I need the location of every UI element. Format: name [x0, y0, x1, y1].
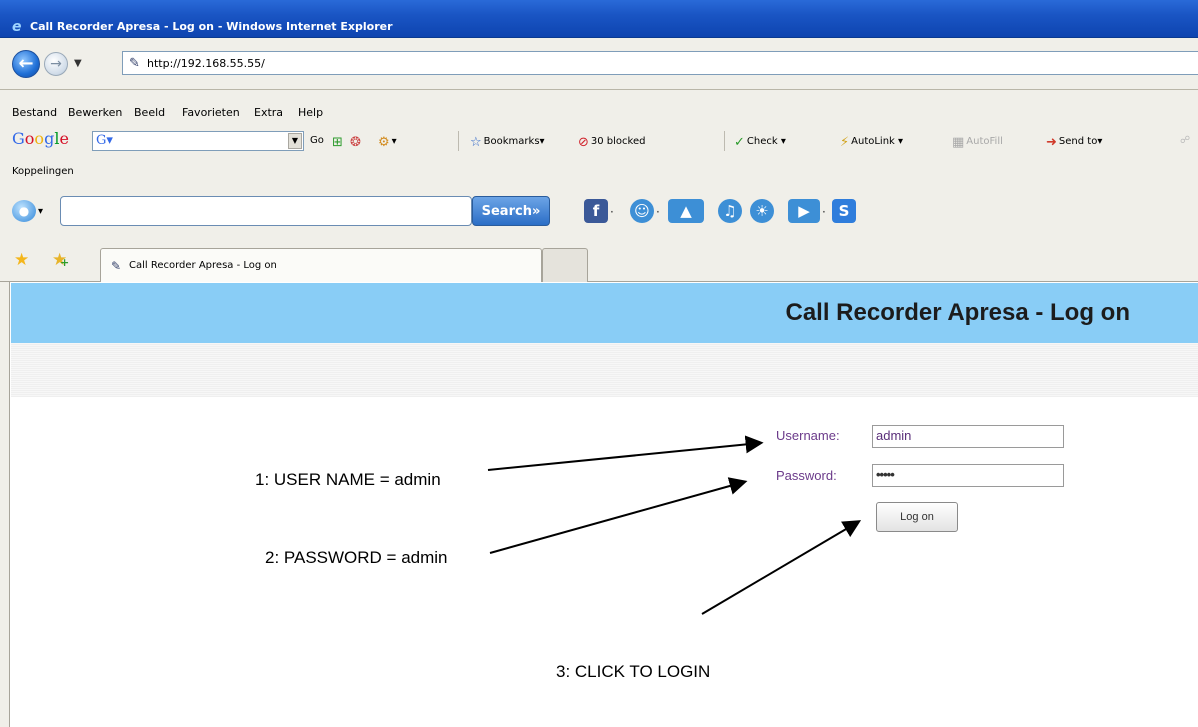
check-label: Check: [746, 136, 778, 147]
menu-favorieten[interactable]: Favorieten: [182, 106, 240, 119]
pagerank-icon[interactable]: ⊞: [332, 135, 345, 150]
username-label: Username:: [776, 428, 840, 443]
sendto-icon: ➜: [1046, 135, 1057, 150]
spellcheck-button[interactable]: ✓ Check ▾: [734, 135, 786, 150]
forward-arrow-icon: →: [50, 56, 62, 72]
google-toolbar: Google G▾ ▼ Go ⊞ ❂ ⚙ ▾ ☆ Bookmarks▾ ⊘ 30 bl…: [0, 122, 1198, 158]
news-icon[interactable]: ❂: [350, 135, 363, 150]
popup-blocker-button[interactable]: ⊘ 30 blocked: [578, 135, 646, 150]
chat-logo-dropdown[interactable]: ▾: [38, 206, 43, 217]
arrow-logon: [701, 520, 862, 615]
annotation-step2: 2: PASSWORD = admin: [265, 548, 448, 567]
address-field[interactable]: ✎ http://192.168.55.55/: [122, 51, 1198, 75]
page-left-border: [0, 282, 10, 727]
tab-row: ★ ★ + ✎ Call Recorder Apresa - Log on: [0, 240, 1198, 282]
menu-bewerken[interactable]: Bewerken: [68, 106, 122, 119]
new-tab-button[interactable]: [542, 248, 588, 282]
radio-icon[interactable]: ♫: [718, 199, 742, 223]
autofill-icon: ▦: [952, 135, 965, 150]
window-title: Call Recorder Apresa - Log on - Windows …: [30, 20, 393, 33]
toolbar-separator: [724, 131, 725, 151]
ie-logo-icon: e: [12, 19, 22, 35]
youtube-dropdown[interactable]: ·: [822, 205, 826, 219]
menu-bestand[interactable]: Bestand: [12, 106, 57, 119]
autolink-label: AutoLink: [851, 136, 895, 147]
settings-icon[interactable]: ⚙ ▾: [378, 135, 397, 150]
window-title-bar: e Call Recorder Apresa - Log on - Window…: [0, 0, 1198, 38]
autolink-icon: ⚡: [840, 135, 850, 150]
favorites-star-icon[interactable]: ★: [14, 250, 29, 270]
logon-button[interactable]: Log on: [876, 502, 958, 532]
links-bar: Koppelingen: [0, 158, 1198, 188]
page-icon: ✎: [129, 56, 140, 71]
add-favorite-icon[interactable]: ★ +: [52, 250, 69, 270]
username-input[interactable]: admin: [872, 425, 1064, 448]
back-button[interactable]: ←: [12, 50, 40, 78]
page-title: Call Recorder Apresa - Log on: [785, 299, 1130, 326]
blocked-icon: ⊘: [578, 135, 589, 150]
skype-icon[interactable]: S: [832, 199, 856, 223]
blocked-label: 30 blocked: [590, 136, 646, 147]
recent-pages-dropdown[interactable]: ▼: [74, 58, 82, 69]
facebook-dropdown[interactable]: ·: [610, 205, 614, 219]
menu-beeld[interactable]: Beeld: [134, 106, 165, 119]
tab-label: Call Recorder Apresa - Log on: [129, 260, 277, 271]
google-search-input[interactable]: G▾ ▼: [92, 131, 304, 151]
arrow-username: [487, 435, 764, 471]
sendto-button[interactable]: ➜ Send to▾: [1046, 135, 1102, 150]
page-icon: ✎: [111, 259, 122, 273]
sendto-label: Send to: [1058, 136, 1098, 147]
facebook-icon[interactable]: f: [584, 199, 608, 223]
menu-help[interactable]: Help: [298, 106, 323, 119]
game-icon[interactable]: ▲: [668, 199, 704, 223]
page-header: Call Recorder Apresa - Log on: [11, 283, 1198, 343]
toolbar-separator: [458, 131, 459, 151]
weather-icon[interactable]: ☀: [750, 199, 774, 223]
google-search-dropdown[interactable]: ▼: [288, 133, 302, 149]
toolbar-search-button[interactable]: Search»: [472, 196, 550, 226]
custom-toolbar: ● ▾ Search» f · ☺ · ▲ ♫ ☀ ▶ · S: [0, 188, 1198, 240]
toolbar-search-input[interactable]: [60, 196, 472, 226]
bookmarks-label: Bookmarks: [483, 136, 540, 147]
page-subheader: [11, 343, 1198, 397]
smiley-icon[interactable]: ☺: [630, 199, 654, 223]
youtube-icon[interactable]: ▶: [788, 199, 820, 223]
address-row: ← → ▼ ✎ http://192.168.55.55/: [0, 38, 1198, 90]
chat-logo-icon[interactable]: ●: [12, 200, 36, 222]
annotation-step1: 1: USER NAME = admin: [255, 470, 441, 489]
smiley-dropdown[interactable]: ·: [656, 205, 660, 219]
autofill-button[interactable]: ▦ AutoFill: [952, 135, 1003, 150]
bookmarks-star-icon: ☆: [470, 135, 482, 150]
more-icon[interactable]: ☍: [1180, 135, 1190, 146]
google-go-button[interactable]: Go: [310, 135, 324, 146]
autolink-button[interactable]: ⚡ AutoLink ▾: [840, 135, 903, 150]
menu-extra[interactable]: Extra: [254, 106, 283, 119]
password-input[interactable]: •••••: [872, 464, 1064, 487]
bookmarks-button[interactable]: ☆ Bookmarks▾: [470, 135, 545, 150]
address-url[interactable]: http://192.168.55.55/: [147, 57, 265, 70]
spellcheck-icon: ✓: [734, 135, 745, 150]
forward-button[interactable]: →: [44, 52, 68, 76]
tab-call-recorder[interactable]: ✎ Call Recorder Apresa - Log on: [100, 248, 542, 282]
arrow-password: [489, 477, 748, 554]
autofill-label: AutoFill: [966, 136, 1003, 147]
annotation-step3: 3: CLICK TO LOGIN: [556, 662, 711, 681]
links-label[interactable]: Koppelingen: [12, 166, 74, 177]
google-g-icon[interactable]: G▾: [94, 133, 124, 149]
google-logo: Google: [12, 129, 69, 148]
back-arrow-icon: ←: [18, 53, 34, 74]
password-label: Password:: [776, 468, 837, 483]
